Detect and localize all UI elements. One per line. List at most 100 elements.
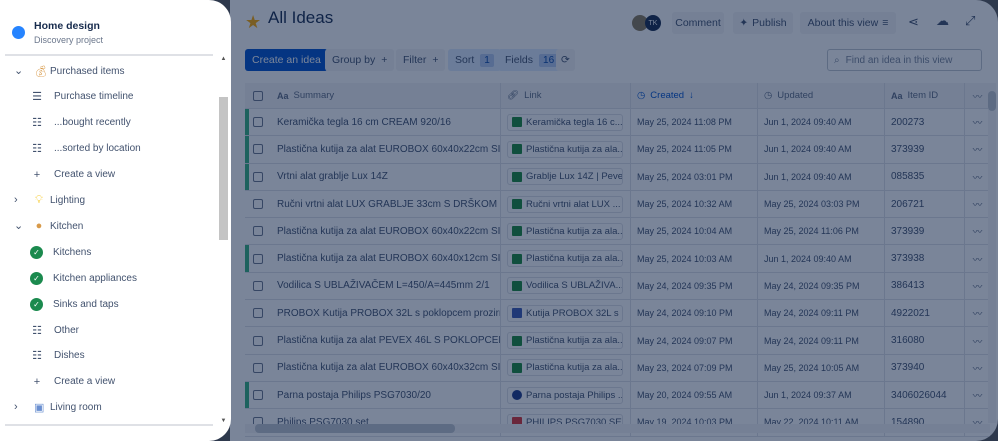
- horizontal-scrollbar[interactable]: [245, 424, 990, 433]
- table-row[interactable]: Keramička tegla 16 cm CREAM 920/16 Keram…: [245, 109, 990, 137]
- comment-button[interactable]: Comment: [672, 12, 724, 34]
- trend-icon[interactable]: 〰: [965, 273, 990, 299]
- chevron-right-icon[interactable]: ›: [14, 401, 18, 413]
- search-input[interactable]: ⌕ Find an idea in this view: [827, 49, 982, 71]
- sidebar-item[interactable]: ▣ Living room: [34, 397, 102, 419]
- link-chip[interactable]: Kutija PROBOX 32L s ...: [507, 304, 623, 322]
- chevron-down-icon[interactable]: ⌄: [14, 64, 23, 77]
- publish-button[interactable]: ✦ Publish: [733, 12, 793, 34]
- row-checkbox[interactable]: [253, 335, 263, 346]
- link-cell[interactable]: Vodilica S UBLAŽIVA...: [501, 272, 631, 300]
- trend-icon[interactable]: 〰: [965, 327, 990, 353]
- summary-cell[interactable]: Parna postaja Philips PSG7030/20: [271, 381, 501, 409]
- row-checkbox[interactable]: [253, 171, 263, 182]
- sidebar-scrollbar[interactable]: ▲ ▼: [219, 56, 228, 424]
- column-summary[interactable]: Aa Summary: [271, 83, 501, 108]
- row-checkbox[interactable]: [253, 226, 263, 237]
- row-checkbox[interactable]: [253, 144, 263, 155]
- link-chip[interactable]: Plastična kutija za ala...: [507, 140, 623, 158]
- trend-icon[interactable]: 〰: [965, 382, 990, 408]
- link-chip[interactable]: Plastična kutija za ala...: [507, 359, 623, 377]
- row-checkbox[interactable]: [253, 117, 263, 128]
- sidebar-item[interactable]: 💰︎ Purchased items: [34, 60, 124, 82]
- summary-cell[interactable]: Plastična kutija za alat EUROBOX 60x40x2…: [271, 218, 501, 245]
- summary-cell[interactable]: Ručni vrtni alat LUX GRABLJE 33cm S DRŠK…: [271, 190, 501, 218]
- link-cell[interactable]: Parna postaja Philips ...: [501, 381, 631, 409]
- sidebar-item[interactable]: ● Kitchen: [34, 215, 84, 237]
- summary-cell[interactable]: Keramička tegla 16 cm CREAM 920/16: [271, 109, 501, 136]
- link-cell[interactable]: Plastična kutija za ala...: [501, 136, 631, 163]
- sidebar-item[interactable]: ☷ ...sorted by location: [30, 138, 141, 160]
- row-checkbox[interactable]: [253, 390, 263, 401]
- cloud-download-icon[interactable]: ☁: [936, 13, 949, 29]
- table-row[interactable]: Vrtni alat grablje Lux 14Z Grablje Lux 1…: [245, 163, 990, 191]
- sidebar-item[interactable]: ☷ Other: [30, 319, 79, 341]
- sidebar-item[interactable]: ✓ Kitchens: [30, 241, 91, 263]
- table-row[interactable]: Plastična kutija za alat EUROBOX 60x40x2…: [245, 218, 990, 246]
- star-icon[interactable]: ★: [245, 12, 261, 33]
- table-row[interactable]: Ručni vrtni alat LUX GRABLJE 33cm S DRŠK…: [245, 190, 990, 219]
- filter-button[interactable]: Filter +: [396, 49, 446, 71]
- summary-cell[interactable]: Plastična kutija za alat EUROBOX 60x40x2…: [271, 136, 501, 163]
- sidebar-item[interactable]: ☷ ...bought recently: [30, 112, 131, 134]
- sidebar-item[interactable]: ☷ Dishes: [30, 345, 85, 367]
- link-chip[interactable]: Grablje Lux 14Z | Pevex: [507, 168, 623, 186]
- scrollbar-thumb[interactable]: [988, 91, 996, 111]
- link-chip[interactable]: Ručni vrtni alat LUX ...: [507, 195, 623, 213]
- table-row[interactable]: PROBOX Kutija PROBOX 32L s poklopcem pro…: [245, 300, 990, 328]
- sidebar-item[interactable]: + Create a view: [30, 371, 115, 393]
- sort-button[interactable]: Sort 1: [448, 49, 501, 71]
- trend-icon[interactable]: 〰: [965, 164, 990, 190]
- table-row[interactable]: Plastična kutija za alat EUROBOX 60x40x1…: [245, 245, 990, 273]
- row-checkbox[interactable]: [253, 362, 263, 373]
- row-checkbox[interactable]: [253, 280, 263, 291]
- link-cell[interactable]: Kutija PROBOX 32L s ...: [501, 300, 631, 327]
- table-row[interactable]: Plastična kutija za alat EUROBOX 60x40x3…: [245, 354, 990, 382]
- select-all-checkbox[interactable]: [253, 90, 263, 101]
- sidebar-item[interactable]: ✓ Sinks and taps: [30, 293, 119, 315]
- trend-icon[interactable]: 〰: [965, 83, 990, 108]
- trend-icon[interactable]: 〰: [965, 218, 990, 244]
- scrollbar-thumb[interactable]: [219, 97, 228, 240]
- column-created[interactable]: ◷ Created ↓: [631, 83, 758, 108]
- row-checkbox[interactable]: [253, 253, 263, 264]
- row-checkbox[interactable]: [253, 199, 263, 210]
- summary-cell[interactable]: Plastična kutija za alat EUROBOX 60x40x3…: [271, 354, 501, 381]
- link-chip[interactable]: Vodilica S UBLAŽIVA...: [507, 277, 623, 295]
- summary-cell[interactable]: Vodilica S UBLAŽIVAČEM L=450/A=445mm 2/1: [271, 272, 501, 300]
- row-checkbox[interactable]: [253, 308, 263, 319]
- summary-cell[interactable]: PROBOX Kutija PROBOX 32L s poklopcem pro…: [271, 300, 501, 327]
- link-chip[interactable]: Plastična kutija za ala...: [507, 222, 623, 240]
- summary-cell[interactable]: Plastična kutija za alat EUROBOX 60x40x1…: [271, 245, 501, 272]
- table-row[interactable]: Parna postaja Philips PSG7030/20 Parna p…: [245, 381, 990, 410]
- group-by-button[interactable]: Group by +: [325, 49, 395, 71]
- trend-icon[interactable]: 〰: [965, 136, 990, 162]
- scrollbar-thumb[interactable]: [255, 424, 455, 433]
- link-cell[interactable]: Ručni vrtni alat LUX ...: [501, 190, 631, 218]
- vertical-scrollbar[interactable]: [988, 83, 996, 423]
- link-cell[interactable]: Keramička tegla 16 c...: [501, 109, 631, 136]
- link-cell[interactable]: Plastična kutija za ala...: [501, 354, 631, 381]
- trend-icon[interactable]: 〰: [965, 355, 990, 381]
- column-link[interactable]: 🔗︎ Link: [501, 83, 631, 108]
- expand-icon[interactable]: ⤢: [965, 13, 975, 29]
- trend-icon[interactable]: 〰: [965, 191, 990, 217]
- trend-icon[interactable]: 〰: [965, 109, 990, 135]
- sidebar-item[interactable]: ☰ Purchase timeline: [30, 86, 133, 108]
- link-cell[interactable]: Plastična kutija za ala...: [501, 327, 631, 354]
- sidebar-item[interactable]: ✓ Kitchen appliances: [30, 267, 137, 289]
- chevron-down-icon[interactable]: ⌄: [14, 219, 23, 232]
- link-chip[interactable]: Plastična kutija za ala...: [507, 332, 623, 350]
- table-row[interactable]: Plastična kutija za alat PEVEX 46L S POK…: [245, 327, 990, 355]
- link-cell[interactable]: Plastična kutija za ala...: [501, 245, 631, 272]
- column-item-id[interactable]: Aa Item ID: [885, 83, 965, 108]
- share-icon[interactable]: ⋖: [908, 14, 919, 30]
- summary-cell[interactable]: Vrtni alat grablje Lux 14Z: [271, 163, 501, 190]
- table-row[interactable]: Vodilica S UBLAŽIVAČEM L=450/A=445mm 2/1…: [245, 272, 990, 301]
- sidebar-item[interactable]: 💡︎ Lighting: [34, 190, 85, 212]
- link-cell[interactable]: Plastična kutija za ala...: [501, 218, 631, 245]
- create-idea-button[interactable]: Create an idea: [245, 49, 328, 71]
- summary-cell[interactable]: Plastična kutija za alat PEVEX 46L S POK…: [271, 327, 501, 354]
- trend-icon[interactable]: 〰: [965, 300, 990, 326]
- autosort-icon[interactable]: ⟳: [556, 49, 575, 71]
